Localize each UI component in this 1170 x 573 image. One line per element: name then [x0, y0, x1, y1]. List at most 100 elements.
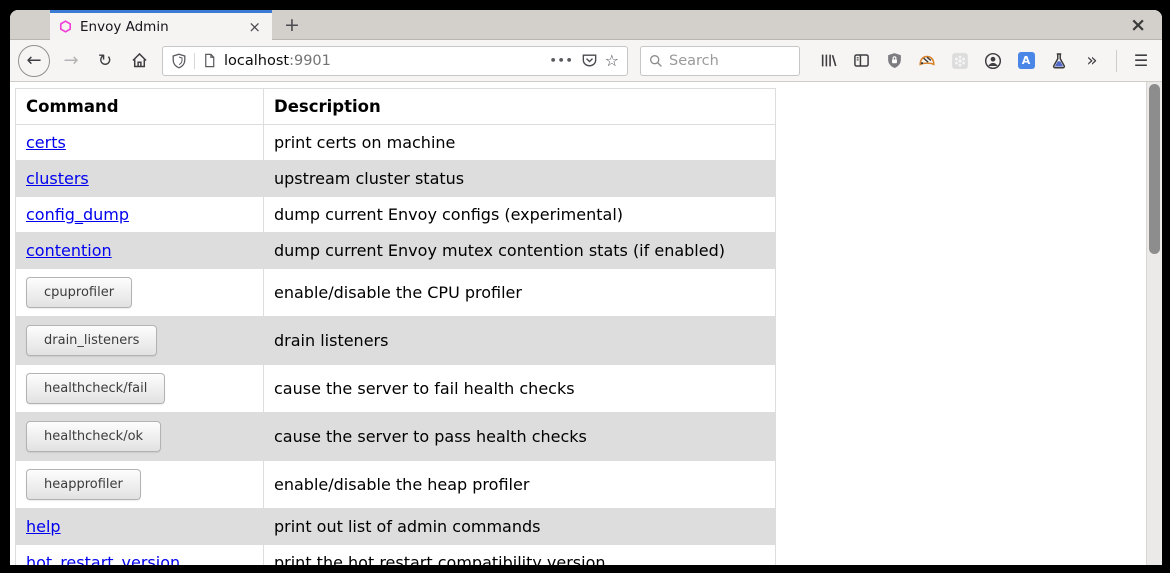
- command-cell: clusters: [16, 161, 264, 197]
- scrollbar-thumb[interactable]: [1149, 84, 1160, 254]
- command-cell: healthcheck/fail: [16, 365, 264, 413]
- account-button[interactable]: [980, 48, 1006, 74]
- search-icon: [649, 54, 663, 68]
- bookmark-star-icon[interactable]: ☆: [605, 51, 619, 70]
- new-tab-button[interactable]: +: [272, 10, 312, 39]
- command-button[interactable]: heapprofiler: [26, 469, 141, 500]
- command-link[interactable]: certs: [26, 133, 66, 152]
- command-link[interactable]: contention: [26, 241, 112, 260]
- command-cell: contention: [16, 233, 264, 269]
- description-cell: cause the server to pass health checks: [264, 413, 776, 461]
- command-link[interactable]: hot_restart_version: [26, 553, 180, 565]
- tab-close-icon[interactable]: ×: [246, 18, 263, 36]
- url-text[interactable]: localhost:9901: [224, 53, 331, 69]
- command-cell: certs: [16, 125, 264, 161]
- table-row: contention dump current Envoy mutex cont…: [16, 233, 776, 269]
- description-cell: print certs on machine: [264, 125, 776, 161]
- page-content: Command Description certs print certs on…: [10, 82, 1162, 565]
- tab-envoy-admin[interactable]: Envoy Admin ×: [50, 10, 272, 40]
- translate-extension-icon: A: [1018, 52, 1035, 69]
- search-input[interactable]: [669, 53, 769, 69]
- table-row: config_dump dump current Envoy configs (…: [16, 197, 776, 233]
- table-row: healthcheck/ok cause the server to pass …: [16, 413, 776, 461]
- admin-command-table: Command Description certs print certs on…: [15, 88, 776, 565]
- command-column-header: Command: [16, 89, 264, 125]
- description-cell: drain listeners: [264, 317, 776, 365]
- forward-button[interactable]: →: [58, 48, 84, 74]
- tab-title: Envoy Admin: [80, 19, 238, 35]
- description-cell: cause the server to fail health checks: [264, 365, 776, 413]
- flower-extension-icon: [951, 52, 969, 70]
- navigation-toolbar: ← → ↻ localhost:9901 •••: [10, 40, 1162, 82]
- browser-window: Envoy Admin × + × ← → ↻ l: [10, 10, 1162, 565]
- extension-shield-lock-button[interactable]: [881, 48, 907, 74]
- sidebar-icon: [853, 52, 870, 69]
- home-icon: [131, 52, 148, 69]
- privacy-badger-button[interactable]: [914, 48, 940, 74]
- page-info-document-icon[interactable]: [202, 53, 217, 68]
- description-cell: enable/disable the CPU profiler: [264, 269, 776, 317]
- extension-flower-button[interactable]: [947, 48, 973, 74]
- urlbar-divider: [194, 53, 195, 69]
- table-row: heapprofiler enable/disable the heap pro…: [16, 461, 776, 509]
- tab-strip: Envoy Admin × + ×: [10, 10, 1162, 40]
- table-row: cpuprofiler enable/disable the CPU profi…: [16, 269, 776, 317]
- library-button[interactable]: [815, 48, 841, 74]
- command-link[interactable]: help: [26, 517, 61, 536]
- toolbar-right-icons: A » ☰: [815, 48, 1154, 74]
- sidebars-button[interactable]: [848, 48, 874, 74]
- description-cell: dump current Envoy configs (experimental…: [264, 197, 776, 233]
- pocket-save-icon[interactable]: [581, 52, 598, 69]
- hamburger-menu-icon[interactable]: ☰: [1128, 48, 1154, 74]
- command-button[interactable]: cpuprofiler: [26, 277, 132, 308]
- command-cell: healthcheck/ok: [16, 413, 264, 461]
- command-cell: cpuprofiler: [16, 269, 264, 317]
- description-column-header: Description: [264, 89, 776, 125]
- envoy-admin-page: Command Description certs print certs on…: [10, 82, 1146, 565]
- reload-button[interactable]: ↻: [92, 48, 118, 74]
- table-row: drain_listeners drain listeners: [16, 317, 776, 365]
- overflow-chevrons-icon[interactable]: »: [1079, 48, 1105, 74]
- page-actions-icon[interactable]: •••: [550, 54, 574, 67]
- flask-extension-button[interactable]: [1046, 48, 1072, 74]
- vertical-scrollbar[interactable]: [1146, 82, 1162, 565]
- back-button[interactable]: ←: [18, 45, 50, 77]
- table-row: healthcheck/fail cause the server to fai…: [16, 365, 776, 413]
- command-cell: hot_restart_version: [16, 545, 264, 566]
- command-button[interactable]: drain_listeners: [26, 325, 157, 356]
- description-cell: print the hot restart compatibility vers…: [264, 545, 776, 566]
- url-bar[interactable]: localhost:9901 ••• ☆: [162, 46, 628, 76]
- description-cell: enable/disable the heap profiler: [264, 461, 776, 509]
- table-row: clusters upstream cluster status: [16, 161, 776, 197]
- envoy-favicon-hexagon-icon: [59, 20, 72, 33]
- table-row: help print out list of admin commands: [16, 509, 776, 545]
- table-header-row: Command Description: [16, 89, 776, 125]
- table-row: certs print certs on machine: [16, 125, 776, 161]
- library-icon: [820, 52, 837, 69]
- url-port: :9901: [289, 53, 331, 69]
- url-host: localhost: [224, 53, 289, 69]
- command-link[interactable]: clusters: [26, 169, 89, 188]
- command-cell: config_dump: [16, 197, 264, 233]
- command-cell: heapprofiler: [16, 461, 264, 509]
- flask-extension-icon: [1050, 52, 1068, 70]
- search-box[interactable]: [640, 46, 800, 76]
- privacy-badger-icon: [918, 52, 936, 70]
- command-button[interactable]: healthcheck/ok: [26, 421, 161, 452]
- description-cell: dump current Envoy mutex contention stat…: [264, 233, 776, 269]
- table-row: hot_restart_version print the hot restar…: [16, 545, 776, 566]
- description-cell: upstream cluster status: [264, 161, 776, 197]
- command-cell: drain_listeners: [16, 317, 264, 365]
- command-cell: help: [16, 509, 264, 545]
- tracking-protection-shield-icon[interactable]: [171, 53, 187, 69]
- command-button[interactable]: healthcheck/fail: [26, 373, 165, 404]
- command-link[interactable]: config_dump: [26, 205, 129, 224]
- toolbar-separator: [1116, 50, 1117, 72]
- account-person-icon: [984, 52, 1002, 70]
- titlebar-spacer: [10, 10, 50, 39]
- translate-extension-button[interactable]: A: [1013, 48, 1039, 74]
- command-table-body: certs print certs on machine clusters up…: [16, 125, 776, 566]
- home-button[interactable]: [126, 48, 152, 74]
- window-close-icon[interactable]: ×: [1114, 10, 1162, 39]
- shield-lock-icon: [886, 52, 903, 69]
